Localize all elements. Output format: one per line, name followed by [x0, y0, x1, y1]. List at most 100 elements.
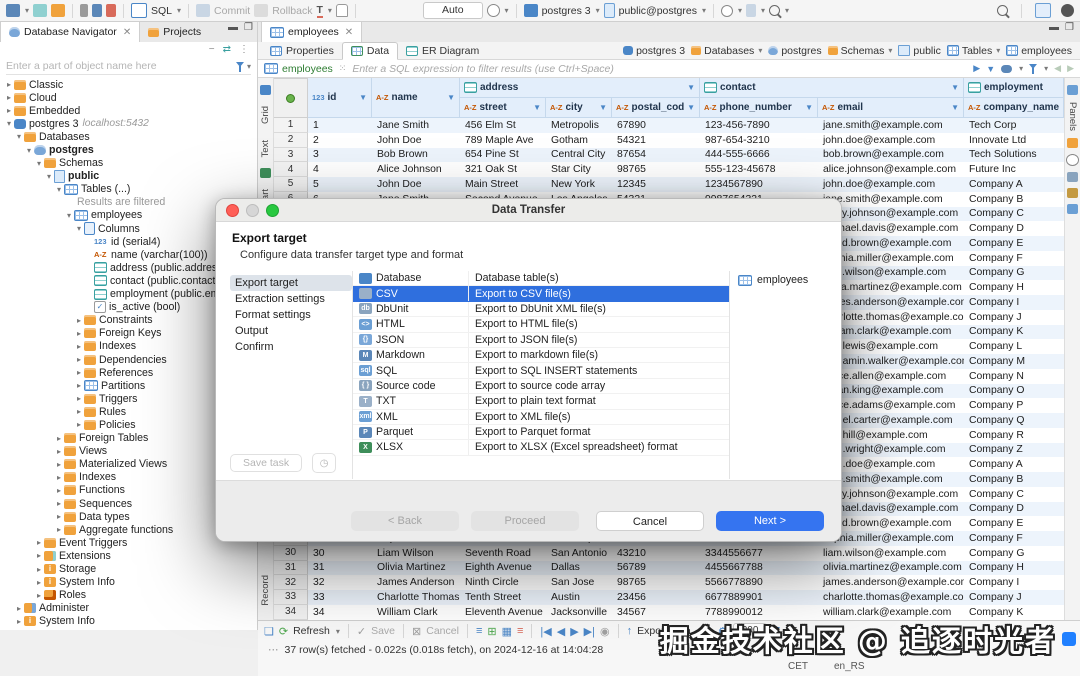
chevron-down-icon[interactable]: ▾	[738, 6, 742, 15]
row-number-cell[interactable]: 5	[274, 177, 308, 192]
table-cell[interactable]: 2	[308, 133, 372, 148]
breadcrumb-item[interactable]: postgres 3	[623, 45, 685, 57]
table-cell[interactable]: Liam Wilson	[372, 546, 460, 561]
chevron-right-icon[interactable]: ▸	[14, 604, 24, 613]
table-cell[interactable]: Company C	[964, 487, 1064, 502]
sort-dropdown-icon[interactable]: ▼	[447, 93, 455, 102]
table-cell[interactable]: 123-456-7890	[700, 118, 818, 133]
table-cell[interactable]: Alice Johnson	[372, 162, 460, 177]
export-format-row[interactable]: <>HTMLExport to HTML file(s)	[353, 317, 729, 332]
table-cell[interactable]: New York	[546, 177, 612, 192]
chevron-right-icon[interactable]: ▸	[4, 106, 14, 115]
table-cell[interactable]: Company F	[964, 251, 1064, 266]
table-cell[interactable]: 30	[308, 546, 372, 561]
dialog-titlebar[interactable]: Data Transfer	[216, 199, 841, 222]
duplicate-row-icon[interactable]: ▦	[502, 625, 512, 638]
window-layout-icon[interactable]	[746, 4, 756, 17]
table-cell[interactable]: Company N	[964, 369, 1064, 384]
column-group-employment[interactable]: employment A-Zcompany_name	[964, 78, 1064, 118]
presentation-grid[interactable]: Grid	[260, 106, 271, 124]
table-cell[interactable]: 321 Oak St	[460, 162, 546, 177]
panels-icon[interactable]	[1067, 85, 1078, 95]
chevron-right-icon[interactable]: ▸	[74, 381, 84, 390]
table-cell[interactable]: Company G	[964, 266, 1064, 281]
table-row[interactable]: 3030Liam WilsonSeventh RoadSan Antonio43…	[274, 546, 1064, 561]
table-cell[interactable]: 98765	[612, 575, 700, 590]
table-cell[interactable]: 23456	[612, 590, 700, 605]
cancel-button[interactable]: Cancel	[596, 511, 704, 531]
export-format-row[interactable]: xmlXMLExport to XML file(s)	[353, 410, 729, 425]
table-cell[interactable]: Dallas	[546, 561, 612, 576]
row-number-cell[interactable]: 34	[274, 605, 308, 620]
chevron-right-icon[interactable]: ▸	[74, 394, 84, 403]
table-cell[interactable]: Austin	[546, 590, 612, 605]
source-table-item[interactable]: employees	[738, 274, 841, 286]
chevron-down-icon[interactable]: ▾	[44, 172, 54, 181]
chevron-right-icon[interactable]: ▸	[54, 434, 64, 443]
table-cell[interactable]: Jacksonville	[546, 605, 612, 620]
chevron-right-icon[interactable]: ▸	[54, 486, 64, 495]
table-cell[interactable]: 1234567890	[700, 177, 818, 192]
chevron-right-icon[interactable]: ▸	[54, 447, 64, 456]
column-header-id[interactable]: 123id▼	[308, 78, 372, 118]
table-cell[interactable]: Future Inc	[964, 162, 1064, 177]
breadcrumb-item[interactable]: Databases▾	[691, 45, 762, 57]
tree-item[interactable]: ▸iSystem Info	[0, 576, 257, 589]
wizard-step-extraction-settings[interactable]: Extraction settings	[230, 291, 352, 307]
wizard-step-export-target[interactable]: Export target	[230, 275, 352, 291]
chevron-down-icon[interactable]: ▾	[505, 6, 509, 15]
close-icon[interactable]: ✕	[123, 27, 131, 38]
wizard-step-format-settings[interactable]: Format settings	[230, 307, 352, 323]
close-icon[interactable]: ✕	[345, 27, 353, 38]
table-cell[interactable]: Innovate Ltd	[964, 133, 1064, 148]
chart-icon[interactable]	[260, 168, 271, 178]
grouping-icon[interactable]	[1067, 188, 1078, 198]
table-cell[interactable]: charlotte.thomas@example.com	[818, 590, 964, 605]
table-cell[interactable]: Company C	[964, 207, 1064, 222]
table-cell[interactable]: 67890	[612, 118, 700, 133]
chevron-right-icon[interactable]: ▸	[74, 342, 84, 351]
table-cell[interactable]: Company H	[964, 561, 1064, 576]
tab-projects[interactable]: Projects	[140, 22, 209, 42]
table-cell[interactable]: Eighth Avenue	[460, 561, 546, 576]
chevron-down-icon[interactable]: ▾	[25, 6, 29, 15]
delete-row-icon[interactable]: ≡	[517, 625, 523, 637]
row-number-cell[interactable]: 1	[274, 118, 308, 133]
plug-add-icon[interactable]	[92, 4, 102, 17]
sort-dropdown-icon[interactable]: ▼	[951, 103, 959, 112]
breadcrumb-item[interactable]: employees	[1006, 45, 1072, 57]
column-header-postal-code[interactable]: A-Zpostal_code▼	[612, 98, 700, 118]
overflow-menu-icon[interactable]: ⋮	[239, 44, 249, 55]
tree-item[interactable]: ▾Schemas	[0, 157, 257, 170]
active-database-label[interactable]: public@postgres	[619, 5, 697, 17]
tree-item[interactable]: ▸iStorage	[0, 562, 257, 575]
chevron-right-icon[interactable]: ▸	[34, 538, 44, 547]
table-cell[interactable]: Company Z	[964, 443, 1064, 458]
chevron-right-icon[interactable]: ▸	[34, 578, 44, 587]
table-cell[interactable]: Company O	[964, 384, 1064, 399]
chevron-right-icon[interactable]: ▸	[74, 355, 84, 364]
table-cell[interactable]: Company I	[964, 575, 1064, 590]
active-connection-label[interactable]: postgres 3	[542, 5, 591, 17]
table-cell[interactable]: 3	[308, 148, 372, 163]
open-folder-icon[interactable]	[51, 4, 65, 17]
global-search-icon[interactable]	[997, 5, 1008, 16]
add-row-icon[interactable]: ⊞	[487, 625, 496, 638]
table-cell[interactable]: 32	[308, 575, 372, 590]
chevron-right-icon[interactable]: ▸	[34, 591, 44, 600]
navigator-filter[interactable]: Enter a part of object name here ▾	[6, 58, 251, 75]
presentation-record[interactable]: Record	[260, 575, 271, 606]
chevron-right-icon[interactable]: ▸	[54, 512, 64, 521]
refresh-icon[interactable]: ⟳	[279, 625, 288, 638]
table-cell[interactable]: Company A	[964, 457, 1064, 472]
table-cell[interactable]: Company B	[964, 472, 1064, 487]
plug-icon[interactable]	[80, 4, 88, 17]
network-icon[interactable]	[721, 5, 733, 17]
chevron-right-icon[interactable]: ▸	[54, 525, 64, 534]
table-cell[interactable]: Eleventh Avenue	[460, 605, 546, 620]
aggregate-icon[interactable]	[1067, 172, 1078, 182]
table-cell[interactable]: Tech Solutions	[964, 148, 1064, 163]
wizard-step-output[interactable]: Output	[230, 323, 352, 339]
sort-dropdown-icon[interactable]: ▼	[599, 103, 607, 112]
export-format-row[interactable]: {}JSONExport to JSON file(s)	[353, 333, 729, 348]
